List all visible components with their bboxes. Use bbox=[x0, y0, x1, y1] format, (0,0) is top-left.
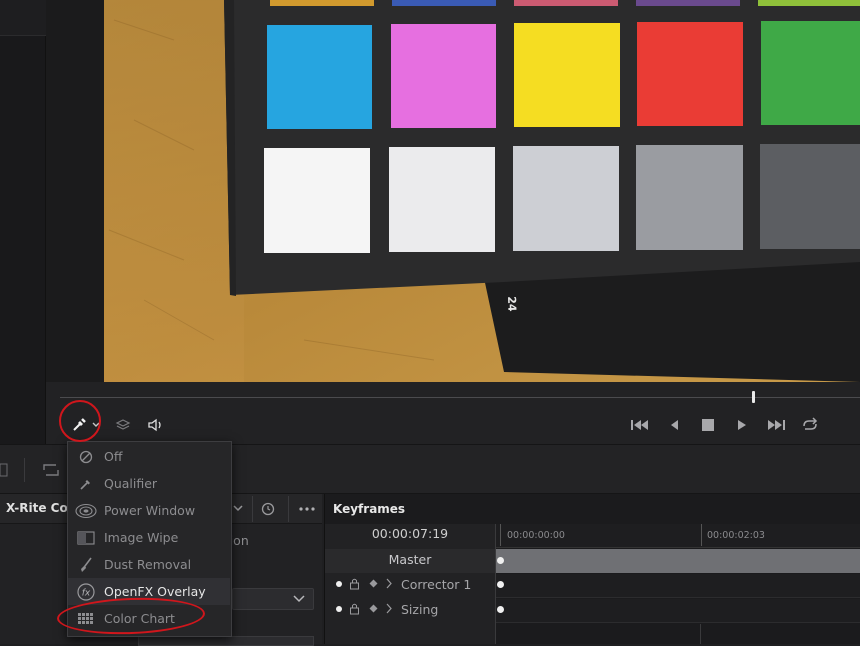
diamond-icon[interactable] bbox=[369, 579, 378, 591]
annotation-circle-eyedropper bbox=[59, 400, 101, 442]
menu-item-dust-removal[interactable]: Dust Removal bbox=[68, 551, 230, 578]
image-wipe-icon bbox=[68, 530, 104, 545]
brush-icon bbox=[68, 557, 104, 573]
keyframes-title: Keyframes bbox=[333, 502, 406, 516]
ruler-gridline bbox=[700, 624, 701, 644]
toolbar-divider bbox=[24, 458, 25, 482]
reset-icon[interactable] bbox=[258, 500, 278, 518]
step-back-icon[interactable] bbox=[661, 412, 687, 438]
ruler-label-start: 00:00:00:00 bbox=[507, 530, 565, 541]
lock-icon[interactable] bbox=[349, 577, 360, 593]
panel-body bbox=[0, 524, 60, 644]
rotate-icon[interactable] bbox=[40, 460, 62, 480]
keyframes-timecode[interactable]: 00:00:07:19 bbox=[325, 526, 495, 541]
menu-item-power-window[interactable]: Power Window bbox=[68, 497, 230, 524]
keyframe-row-label: Master bbox=[388, 552, 432, 567]
menu-item-qualifier[interactable]: Qualifier bbox=[68, 470, 230, 497]
keyframe-track-master[interactable] bbox=[496, 549, 860, 573]
diamond-icon[interactable] bbox=[369, 604, 378, 616]
layers-icon[interactable] bbox=[110, 412, 136, 438]
menu-item-off[interactable]: Off bbox=[68, 443, 230, 470]
menu-item-label: Dust Removal bbox=[104, 557, 192, 572]
ruler-label-mid: 00:00:02:03 bbox=[707, 530, 765, 541]
trash-icon[interactable] bbox=[0, 460, 8, 480]
viewer-image[interactable] bbox=[104, 0, 860, 382]
more-options-icon[interactable] bbox=[296, 500, 318, 518]
keyframe-track-corrector[interactable] bbox=[496, 574, 860, 598]
scrubber-track[interactable] bbox=[60, 397, 860, 398]
chevron-right-icon[interactable] bbox=[385, 578, 393, 592]
stop-icon[interactable] bbox=[695, 412, 721, 438]
chevron-right-icon[interactable] bbox=[385, 603, 393, 617]
menu-item-image-wipe[interactable]: Image Wipe bbox=[68, 524, 230, 551]
menu-item-label: OpenFX Overlay bbox=[104, 584, 206, 599]
eyedropper-icon bbox=[68, 477, 104, 491]
chart-type-dropdown[interactable] bbox=[232, 588, 314, 610]
header-divider bbox=[252, 496, 253, 522]
menu-item-label: Image Wipe bbox=[104, 530, 179, 545]
lock-icon[interactable] bbox=[349, 602, 360, 618]
keyframe-marker[interactable] bbox=[497, 581, 504, 588]
keyframe-row-label: Sizing bbox=[401, 602, 439, 617]
menu-item-label: Qualifier bbox=[104, 476, 158, 491]
keyframe-row-label: Corrector 1 bbox=[401, 577, 472, 592]
off-icon bbox=[68, 450, 104, 464]
playhead-handle[interactable] bbox=[752, 391, 755, 403]
skip-end-icon[interactable] bbox=[763, 412, 789, 438]
svg-text:fx: fx bbox=[82, 588, 91, 598]
left-header bbox=[0, 0, 46, 36]
keyframe-toggle-dot[interactable] bbox=[336, 606, 342, 612]
header-divider bbox=[288, 496, 289, 522]
ruler-tick bbox=[500, 524, 501, 546]
skip-start-icon[interactable] bbox=[627, 412, 653, 438]
parameter-field[interactable] bbox=[138, 636, 314, 646]
loop-icon[interactable] bbox=[797, 412, 823, 438]
ruler-tick bbox=[701, 524, 702, 546]
menu-item-label: Power Window bbox=[104, 503, 196, 518]
speaker-icon[interactable] bbox=[143, 412, 169, 438]
keyframe-track-sizing[interactable] bbox=[496, 599, 860, 623]
keyframe-toggle-dot[interactable] bbox=[336, 581, 342, 587]
play-icon[interactable] bbox=[729, 412, 755, 438]
keyframe-marker[interactable] bbox=[497, 606, 504, 613]
keyframe-marker[interactable] bbox=[497, 557, 504, 564]
panel-title: X-Rite Color bbox=[6, 501, 68, 515]
left-side-panel bbox=[0, 36, 46, 446]
fx-icon: fx bbox=[68, 582, 104, 601]
chart-number-label: 24 bbox=[505, 296, 519, 312]
menu-item-label: Off bbox=[104, 449, 123, 464]
power-window-icon bbox=[68, 503, 104, 519]
